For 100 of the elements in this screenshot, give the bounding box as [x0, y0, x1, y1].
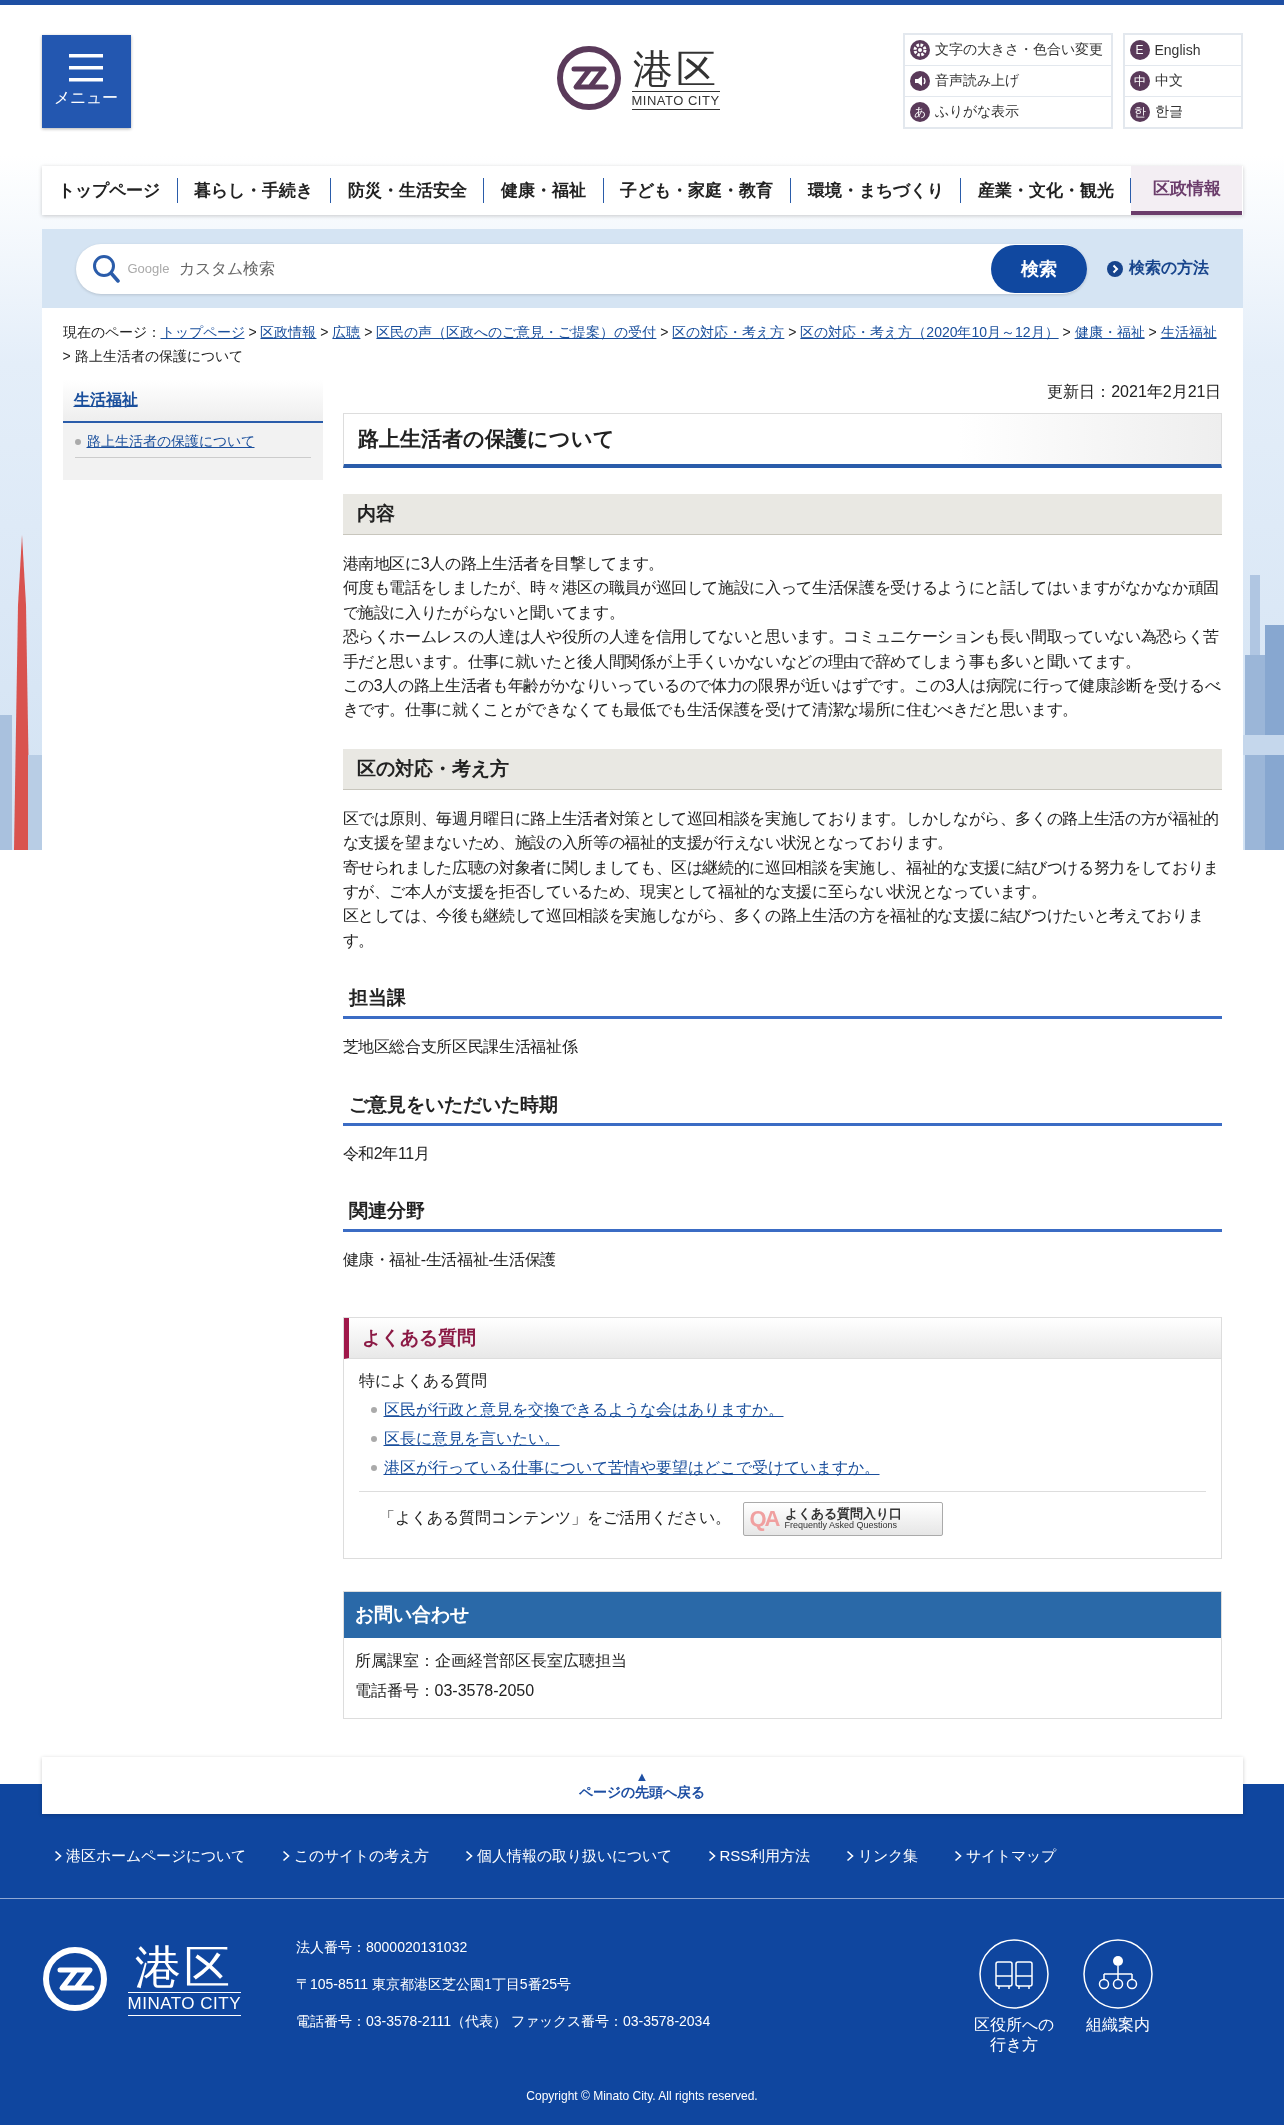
- page-title: 路上生活者の保護について: [342, 413, 1222, 468]
- paragraph: 区としては、今後も継続して巡回相談を実施しながら、多くの路上生活の方を福祉的な支援に結びつけたいと考えております。: [342, 906, 1205, 951]
- chevron-icon: [707, 1850, 716, 1862]
- menu-button[interactable]: メニュー: [41, 35, 131, 128]
- bullet-icon: [74, 439, 81, 445]
- language-link[interactable]: E English: [1124, 35, 1241, 66]
- nav-tab[interactable]: 防災・生活安全: [331, 166, 484, 215]
- nav-tab[interactable]: 区政情報: [1131, 166, 1243, 215]
- section-heading: 内容: [342, 494, 1222, 535]
- tool-link[interactable]: 文字の大きさ・色合い変更: [904, 35, 1111, 66]
- language-link[interactable]: 한 한글: [1124, 97, 1241, 127]
- nav-tab[interactable]: トップページ: [41, 166, 177, 215]
- nav-tab[interactable]: 産業・文化・観光: [961, 166, 1131, 215]
- nav-tab[interactable]: 暮らし・手続き: [177, 166, 331, 215]
- faq-link[interactable]: 区民が行政と意見を交換できるような会はありますか。: [383, 1399, 784, 1421]
- updated-date: 更新日：2021年2月21日: [1046, 382, 1222, 402]
- search-icon: [91, 253, 120, 284]
- back-to-top-button[interactable]: ▲ ページの先頭へ戻る: [41, 1757, 1243, 1814]
- logo-icon: [555, 45, 622, 111]
- nav-tab[interactable]: 健康・福祉: [484, 166, 603, 215]
- breadcrumb-link[interactable]: 区の対応・考え方（2020年10月～12月）: [800, 324, 1059, 340]
- nav-tab[interactable]: 環境・まちづくり: [790, 166, 961, 215]
- footer-link[interactable]: RSS利用方法: [707, 1846, 811, 1866]
- breadcrumb-link[interactable]: 区民の声（区政へのご意見・ご提案）の受付: [376, 324, 657, 340]
- paragraph: 令和2年11月: [342, 1143, 431, 1164]
- logo-name: 港区: [135, 1942, 234, 1992]
- gear-icon: [909, 40, 930, 60]
- faq-link[interactable]: 港区が行っている仕事について苦情や要望はどこで受けていますか。: [383, 1457, 880, 1479]
- search-brand: Google: [127, 261, 170, 276]
- breadcrumb-separator: >: [659, 324, 670, 340]
- breadcrumb-separator: >: [319, 324, 330, 340]
- paragraph: 健康・福祉-生活福祉-生活保護: [342, 1250, 557, 1271]
- breadcrumb-separator: >: [247, 324, 258, 340]
- footer-info-text: 法人番号：8000020131032: [296, 1939, 469, 1957]
- breadcrumb-link[interactable]: 健康・福祉: [1074, 324, 1145, 340]
- faq-link[interactable]: 区長に意見を言いたい。: [383, 1428, 560, 1450]
- paragraph: この3人の路上生活者も年齢がかなりいっているので体力の限界が近いはずです。この3人は病院に行って健康診断を受けるべきです。仕事に就くことができなくても最低でも生活保護を受けて清潔な場所に住むべきだと思います。: [342, 676, 1222, 721]
- badge-icon: 한: [1129, 102, 1150, 122]
- paragraph: 恐らくホームレスの人達は人や役所の人達を信用してないと思います。コミュニケーションも長い間取っていない為恐らく苦手だと思います。仕事に就いたと後人間関係が上手くいかないなどの理由で辞めてしまう事も多いと聞いてます。: [342, 627, 1220, 672]
- paragraph: 港南地区に3人の路上生活者を目撃してます。: [342, 554, 666, 574]
- section-heading: 関連分野: [342, 1194, 1222, 1233]
- footer-link[interactable]: 港区ホームページについて: [53, 1846, 246, 1866]
- footer-info-text: 〒105-8511 東京都港区芝公園1丁目5番25号: [296, 1976, 573, 1994]
- bullet-icon: [370, 1407, 377, 1413]
- chevron-icon: [281, 1850, 290, 1862]
- breadcrumb-link[interactable]: トップページ: [160, 324, 245, 340]
- faq-note: 「よくある質問コンテンツ」をご活用ください。: [378, 1508, 731, 1528]
- footer-info-text: 電話番号：03-3578-2111（代表） ファックス番号：03-3578-2034: [296, 2013, 711, 2031]
- shortcut-link[interactable]: 組織案内: [1075, 1939, 1160, 2055]
- section-heading: 担当課: [342, 981, 1222, 1020]
- org-chart-icon: [1082, 1939, 1153, 2009]
- breadcrumb-separator: >: [1147, 324, 1158, 340]
- breadcrumb-link[interactable]: 広聴: [332, 324, 361, 340]
- breadcrumb-separator: >: [62, 348, 72, 364]
- tool-link[interactable]: あ ふりがな表示: [904, 97, 1111, 127]
- footer-link[interactable]: 個人情報の取り扱いについて: [464, 1846, 672, 1866]
- search-help-link[interactable]: 検索の方法: [1106, 258, 1209, 279]
- speaker-icon: [909, 71, 930, 91]
- breadcrumb-label: 現在のページ：: [62, 324, 161, 340]
- logo-subtitle: MINATO CITY: [631, 90, 720, 110]
- nav-tab[interactable]: 子ども・家庭・教育: [603, 166, 790, 215]
- copyright: Copyright © Minato City. All rights reserved.: [525, 2089, 759, 2103]
- footer-link[interactable]: サイトマップ: [954, 1846, 1057, 1866]
- chevron-icon: [954, 1850, 963, 1862]
- footer-link[interactable]: リンク集: [846, 1846, 919, 1866]
- bus-icon: [978, 1939, 1049, 2009]
- chevron-icon: [464, 1850, 473, 1862]
- logo-subtitle: MINATO CITY: [127, 1992, 241, 2016]
- section-heading: ご意見をいただいた時期: [342, 1087, 1222, 1126]
- sidebar-heading-link[interactable]: 生活福祉: [62, 380, 323, 423]
- faq-heading: よくある質問: [343, 1317, 1221, 1359]
- breadcrumb-link[interactable]: 区の対応・考え方: [672, 324, 785, 340]
- menu-icon: [69, 54, 103, 82]
- shortcut-link[interactable]: 区役所への行き方: [971, 1939, 1056, 2055]
- sidebar-link[interactable]: 路上生活者の保護について: [86, 433, 255, 451]
- breadcrumb-separator: >: [787, 324, 798, 340]
- faq-banner[interactable]: QA よくある質問入り口 Frequently Asked Questions: [742, 1501, 943, 1536]
- tool-link[interactable]: 音声読み上げ: [904, 66, 1111, 97]
- chevron-icon: [53, 1850, 62, 1862]
- breadcrumb-link[interactable]: 区政情報: [260, 324, 317, 340]
- chevron-icon: [1106, 260, 1123, 277]
- badge-icon: あ: [909, 102, 930, 122]
- faq-intro: 特によくある質問: [358, 1370, 488, 1391]
- breadcrumb-link[interactable]: 生活福祉: [1160, 324, 1217, 340]
- search-input[interactable]: カスタム検索: [177, 258, 983, 279]
- contact-text: 所属課室：企画経営部区長室広聴担当: [354, 1650, 628, 1671]
- footer-link[interactable]: このサイトの考え方: [281, 1846, 429, 1866]
- breadcrumb-separator: >: [1061, 324, 1072, 340]
- breadcrumb-separator: >: [363, 324, 374, 340]
- language-link[interactable]: 中 中文: [1124, 66, 1241, 97]
- contact-heading: お問い合わせ: [343, 1591, 1221, 1638]
- bullet-icon: [370, 1436, 377, 1442]
- paragraph: 芝地区総合支所区民課生活福祉係: [342, 1037, 579, 1058]
- search-button[interactable]: 検索: [990, 244, 1087, 293]
- contact-text: 電話番号：03-3578-2050: [354, 1680, 536, 1701]
- section-heading: 区の対応・考え方: [342, 748, 1222, 790]
- search-field[interactable]: Google カスタム検索 検索: [75, 243, 1087, 294]
- badge-icon: 中: [1129, 71, 1150, 91]
- chevron-icon: [846, 1850, 855, 1862]
- logo-icon: [41, 1946, 108, 2012]
